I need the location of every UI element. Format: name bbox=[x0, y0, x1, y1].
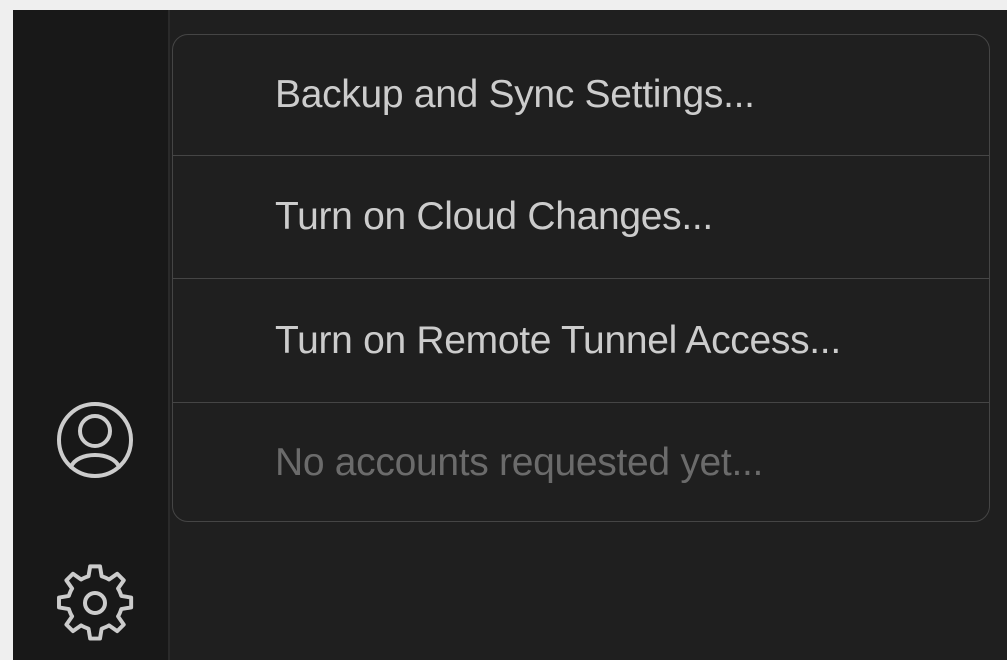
menu-item-label: No accounts requested yet... bbox=[275, 440, 764, 484]
accounts-menu: Backup and Sync Settings... Turn on Clou… bbox=[172, 34, 990, 522]
account-icon[interactable] bbox=[53, 398, 137, 482]
backup-sync-settings-menu-item[interactable]: Backup and Sync Settings... bbox=[173, 35, 989, 155]
vscode-window: Backup and Sync Settings... Turn on Clou… bbox=[13, 10, 1007, 660]
turn-on-remote-tunnel-access-menu-item[interactable]: Turn on Remote Tunnel Access... bbox=[173, 279, 989, 402]
menu-item-label: Turn on Cloud Changes... bbox=[275, 195, 713, 238]
activity-bar bbox=[13, 10, 170, 660]
gear-icon[interactable] bbox=[51, 556, 139, 644]
no-accounts-menu-item: No accounts requested yet... bbox=[173, 403, 989, 521]
menu-item-label: Turn on Remote Tunnel Access... bbox=[275, 318, 841, 362]
menu-item-label: Backup and Sync Settings... bbox=[275, 73, 755, 116]
turn-on-cloud-changes-menu-item[interactable]: Turn on Cloud Changes... bbox=[173, 156, 989, 278]
